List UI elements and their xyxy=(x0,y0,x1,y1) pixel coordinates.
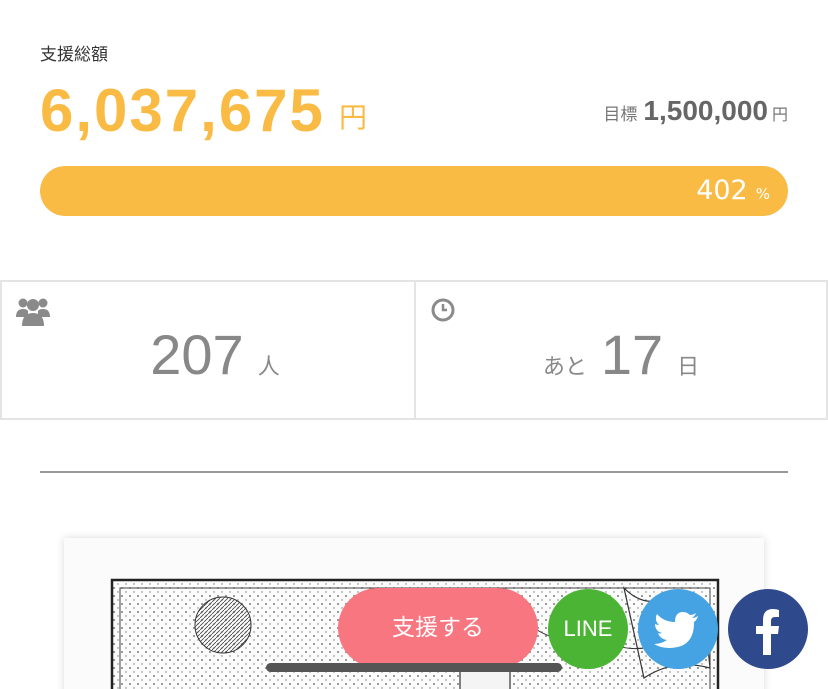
facebook-f-icon xyxy=(756,609,779,655)
supporters-count: 207 人 xyxy=(2,322,414,387)
remaining-days: あと 17 日 xyxy=(416,322,826,387)
funding-amount-value: 6,037,675 xyxy=(40,77,325,144)
funding-goal: 目標 1,500,000 円 xyxy=(603,95,788,127)
stats-panel: 207 人 あと 17 日 xyxy=(0,280,828,420)
section-divider xyxy=(40,471,788,473)
twitter-share-button[interactable] xyxy=(638,589,718,669)
remaining-value: 17 xyxy=(600,323,664,386)
goal-unit: 円 xyxy=(771,105,788,124)
funding-amount-unit: 円 xyxy=(338,101,367,134)
supporters-value: 207 xyxy=(150,323,244,386)
progress-percent-value: 402 xyxy=(696,175,748,206)
home-indicator xyxy=(266,663,562,672)
remaining-days-stat: あと 17 日 xyxy=(414,282,828,418)
progress-percent-unit: % xyxy=(755,185,770,203)
line-share-button[interactable]: LINE xyxy=(548,589,628,669)
facebook-share-button[interactable] xyxy=(728,589,808,669)
progress-fill xyxy=(40,166,788,216)
goal-value: 1,500,000 xyxy=(643,95,768,126)
remaining-unit: 日 xyxy=(677,355,700,380)
goal-label: 目標 xyxy=(603,105,638,125)
progress-label: 402% xyxy=(696,175,770,206)
supporters-stat: 207 人 xyxy=(0,282,414,418)
supporters-unit: 人 xyxy=(257,355,280,380)
funding-amount: 6,037,675 円 xyxy=(40,76,367,145)
support-button[interactable]: 支援する xyxy=(338,588,538,668)
twitter-bird-icon xyxy=(654,612,698,648)
progress-bar: 402% xyxy=(40,166,788,216)
funding-label: 支援総額 xyxy=(40,45,108,65)
remaining-prefix: あと xyxy=(542,355,587,380)
